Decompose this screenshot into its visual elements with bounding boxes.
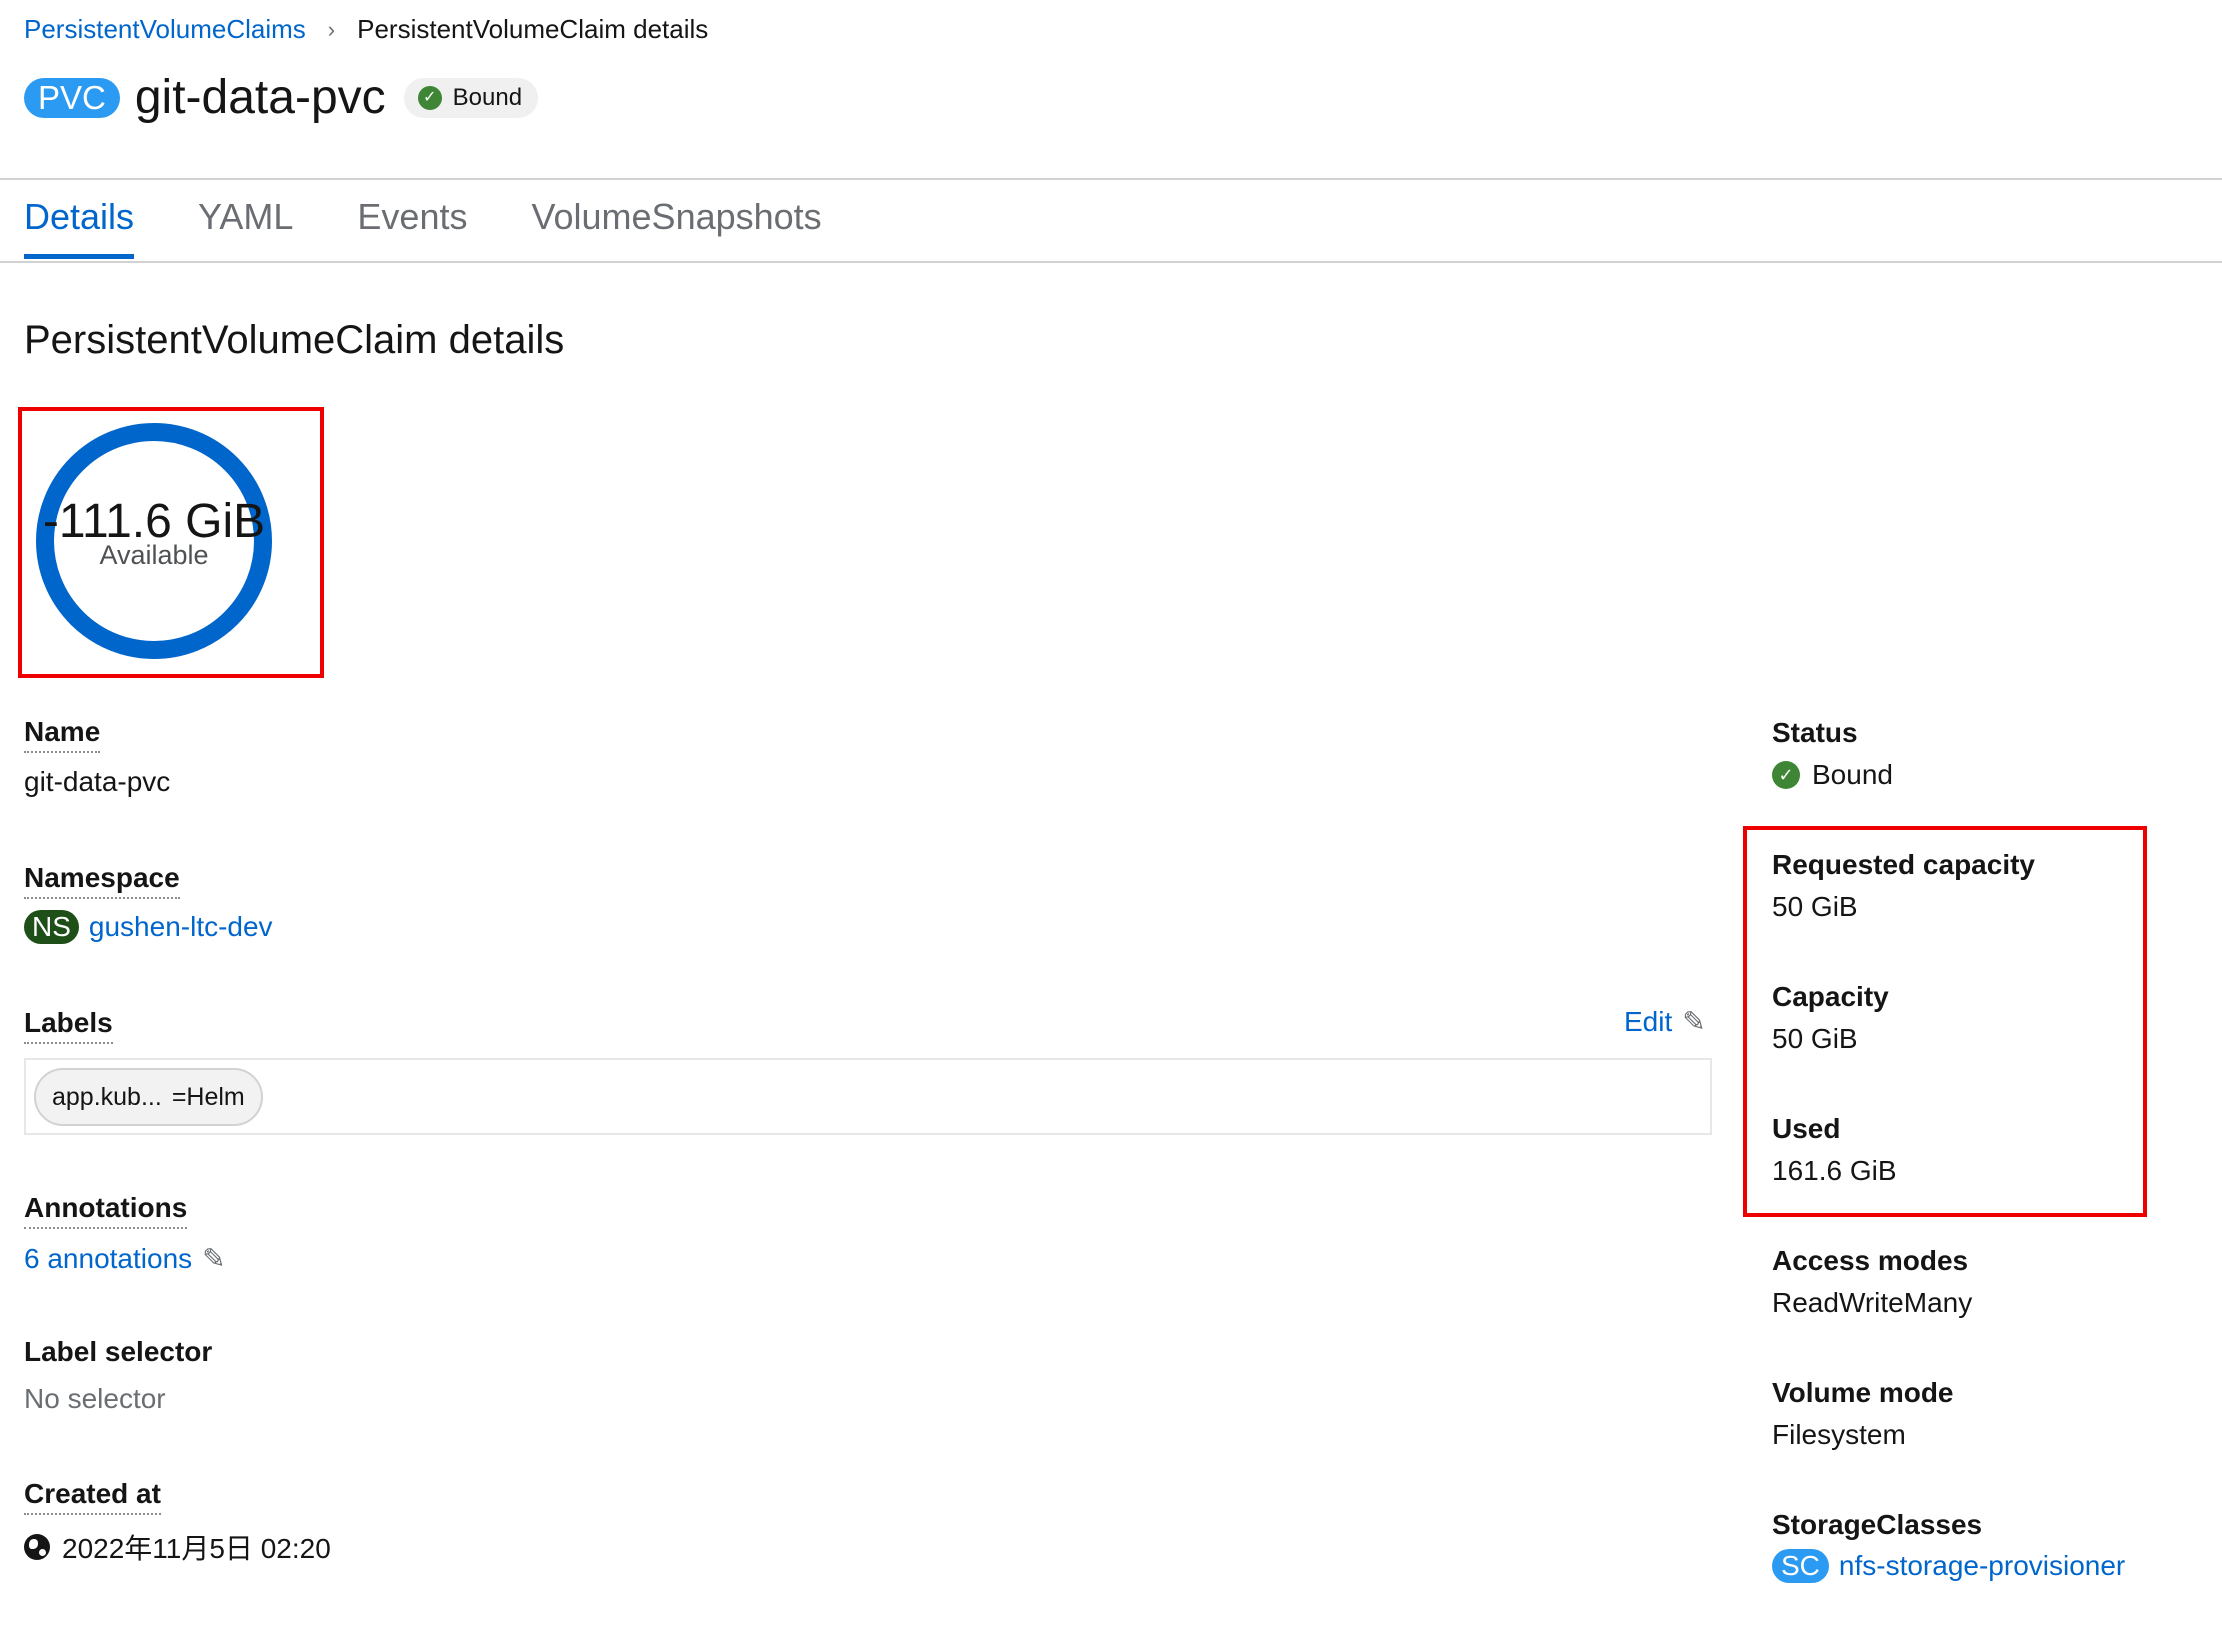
label-chip-key: app.kub... [52, 1082, 162, 1111]
section-title: PersistentVolumeClaim details [24, 318, 565, 362]
check-circle-icon: ✓ [417, 86, 442, 110]
created-at-timestamp: 2022年11月5日 02:20 [62, 1533, 331, 1564]
namespace-badge: NS [24, 910, 79, 944]
annotations-value[interactable]: 6 annotations ✎ [24, 1242, 226, 1275]
tab-bar: Details YAML Events VolumeSnapshots [24, 196, 886, 259]
created-at-value: 2022年11月5日 02:20 [24, 1527, 331, 1567]
status-value: ✓ Bound [1772, 759, 1893, 791]
breadcrumb: PersistentVolumeClaims › PersistentVolum… [24, 14, 708, 45]
namespace-label[interactable]: Namespace [24, 862, 180, 899]
created-at-label[interactable]: Created at [24, 1478, 161, 1515]
tab-yaml[interactable]: YAML [198, 196, 293, 256]
tab-volumesnapshots[interactable]: VolumeSnapshots [531, 196, 821, 256]
tab-events[interactable]: Events [357, 196, 467, 256]
requested-capacity-label: Requested capacity [1772, 849, 2035, 880]
status-label: Status [1772, 717, 1858, 748]
status-text: Bound [1812, 759, 1893, 790]
globe-icon [24, 1534, 50, 1560]
labels-label[interactable]: Labels [24, 1007, 113, 1044]
name-value: git-data-pvc [24, 766, 171, 797]
capacity-label: Capacity [1772, 981, 1889, 1012]
breadcrumb-link-persistentvolumeclaims[interactable]: PersistentVolumeClaims [24, 14, 306, 45]
capacity-value: 50 GiB [1772, 1023, 1858, 1054]
donut-available-label: Available [99, 540, 209, 570]
pencil-icon: ✎ [1682, 1006, 1706, 1037]
header-divider [0, 178, 2222, 180]
label-chip-value: =Helm [171, 1082, 245, 1111]
labels-edit-button[interactable]: Edit ✎ [1624, 1005, 1706, 1038]
namespace-value: NS gushen-ltc-dev [24, 910, 273, 944]
label-selector-value: No selector [24, 1383, 166, 1414]
status-badge: ✓ Bound [403, 78, 539, 118]
volume-mode-value: Filesystem [1772, 1419, 1906, 1450]
annotations-label[interactable]: Annotations [24, 1192, 188, 1229]
pencil-icon: ✎ [202, 1243, 226, 1274]
access-modes-label: Access modes [1772, 1245, 1969, 1276]
requested-capacity-value: 50 GiB [1772, 891, 1858, 922]
page-header: PVC git-data-pvc ✓ Bound [24, 68, 539, 128]
volume-mode-label: Volume mode [1772, 1377, 1954, 1408]
page-title: git-data-pvc [134, 71, 386, 124]
storageclass-link[interactable]: nfs-storage-provisioner [1839, 1550, 2125, 1582]
storageclass-badge: SC [1772, 1549, 1829, 1583]
used-value: 161.6 GiB [1772, 1155, 1897, 1186]
used-label: Used [1772, 1113, 1841, 1144]
annotations-link[interactable]: 6 annotations [24, 1243, 192, 1275]
labels-container [24, 1058, 1712, 1135]
name-label[interactable]: Name [24, 716, 101, 753]
chevron-right-icon: › [327, 16, 336, 42]
label-chip[interactable]: app.kub... =Helm [34, 1068, 263, 1126]
access-modes-value: ReadWriteMany [1772, 1287, 1973, 1318]
edit-link[interactable]: Edit [1624, 1006, 1672, 1038]
resource-badge: PVC [24, 78, 120, 118]
namespace-link[interactable]: gushen-ltc-dev [89, 911, 273, 943]
storage-classes-value: SC nfs-storage-provisioner [1772, 1549, 2125, 1583]
tab-divider [0, 261, 2222, 263]
status-badge-label: Bound [452, 84, 523, 111]
label-selector-label: Label selector [24, 1336, 213, 1367]
tab-details[interactable]: Details [24, 196, 135, 259]
breadcrumb-current: PersistentVolumeClaim details [357, 14, 709, 44]
check-circle-icon: ✓ [1772, 761, 1800, 789]
storage-classes-label: StorageClasses [1772, 1509, 1983, 1540]
